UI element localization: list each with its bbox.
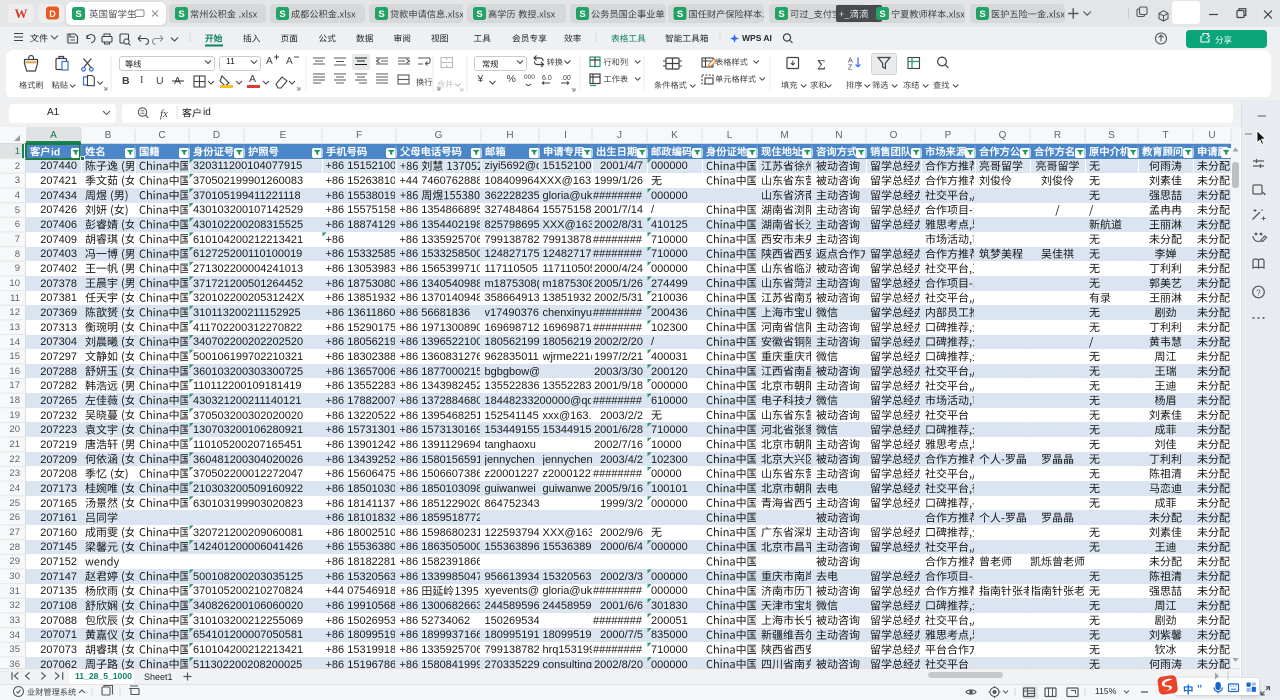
svg-text:A: A (848, 58, 853, 65)
svg-text:D: D (49, 9, 56, 19)
svg-text:id: id (51, 147, 60, 158)
svg-text:’’: ’’ (1197, 684, 1202, 695)
svg-text:Σ: Σ (817, 58, 826, 74)
svg-text:?: ? (1256, 289, 1261, 298)
svg-text:S: S (677, 9, 683, 20)
svg-text:W: W (15, 6, 28, 21)
svg-text:S: S (778, 9, 784, 20)
svg-text:S: S (979, 9, 985, 20)
svg-text:Z: Z (848, 65, 853, 72)
svg-text:S: S (178, 9, 184, 20)
svg-text:S: S (75, 9, 81, 20)
svg-text:S: S (476, 9, 482, 20)
svg-text:6.0: 6.0 (542, 75, 552, 82)
svg-text:S: S (879, 9, 885, 20)
svg-text:.00: .00 (561, 75, 571, 82)
svg-text:fx: fx (160, 108, 168, 120)
svg-text:S: S (579, 9, 585, 20)
svg-text:S: S (279, 9, 285, 20)
svg-text:S: S (378, 9, 384, 20)
